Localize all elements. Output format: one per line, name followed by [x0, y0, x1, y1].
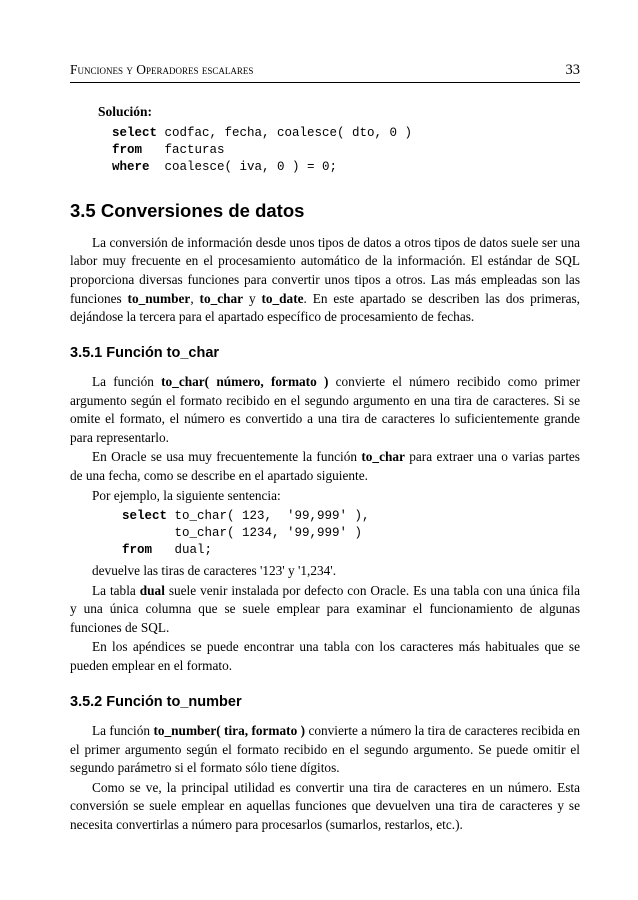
bold-to-date: to_date [261, 291, 303, 306]
example-code-to-char: select to_char( 123, '99,999' ), to_char… [122, 508, 580, 559]
running-header: Funciones y Operadores escalares 33 [70, 60, 580, 83]
kw-from: from [122, 543, 175, 557]
header-title: Funciones y Operadores escalares [70, 61, 253, 80]
bold-signature-to-number: to_number( tira, formato ) [153, 723, 305, 738]
code-text: to_char( 1234, '99,999' ) [122, 526, 362, 540]
subsection-heading-3-5-2: 3.5.2 Función to_number [70, 692, 580, 712]
bold-to-number: to_number [128, 291, 191, 306]
subsection-heading-3-5-1: 3.5.1 Función to_char [70, 343, 580, 363]
p-3-5-1-4: devuelve las tiras de caracteres '123' y… [70, 562, 580, 581]
p-3-5-1-6: En los apéndices se puede encontrar una … [70, 638, 580, 675]
page-number: 33 [566, 60, 581, 80]
kw-from: from [112, 143, 165, 157]
p-3-5-1-5: La tabla dual suele venir instalada por … [70, 582, 580, 638]
p-3-5-1-3: Por ejemplo, la siguiente sentencia: [70, 487, 580, 506]
section-heading-3-5: 3.5 Conversiones de datos [70, 198, 580, 224]
code-text: codfac, fecha, coalesce( dto, 0 ) [165, 126, 413, 140]
kw-select: select [122, 509, 175, 523]
p-3-5-2-2: Como se ve, la principal utilidad es con… [70, 779, 580, 835]
section-3-5-paragraph-1: La conversión de información desde unos … [70, 234, 580, 327]
code-text: to_char( 123, '99,999' ), [175, 509, 370, 523]
bold-to-char: to_char [200, 291, 244, 306]
code-text: coalesce( iva, 0 ) = 0; [165, 160, 338, 174]
bold-dual: dual [140, 583, 165, 598]
code-text: dual; [175, 543, 213, 557]
code-text: facturas [165, 143, 225, 157]
solution-block: Solución: select codfac, fecha, coalesce… [98, 103, 580, 176]
p-3-5-2-1: La función to_number( tira, formato ) co… [70, 722, 580, 778]
p-3-5-1-1: La función to_char( número, formato ) co… [70, 373, 580, 447]
solution-label: Solución: [98, 103, 580, 122]
kw-select: select [112, 126, 165, 140]
solution-code: select codfac, fecha, coalesce( dto, 0 )… [112, 125, 580, 176]
bold-signature-to-char: to_char( número, formato ) [161, 374, 328, 389]
p-3-5-1-2: En Oracle se usa muy frecuentemente la f… [70, 448, 580, 485]
bold-to-char-inline: to_char [361, 449, 405, 464]
kw-where: where [112, 160, 165, 174]
